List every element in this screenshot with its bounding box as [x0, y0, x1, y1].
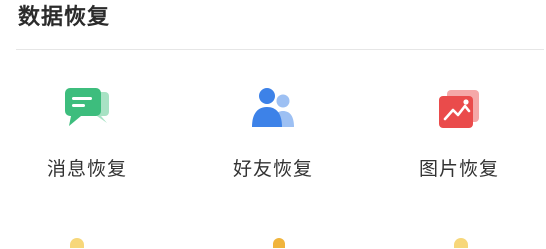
- partial-icon: [273, 238, 285, 248]
- data-recovery-panel: 数据恢复 消息恢复 好友恢复 图片恢复: [0, 0, 546, 249]
- divider: [16, 49, 544, 50]
- partial-icon: [70, 238, 84, 248]
- picture-recovery-label: 图片恢复: [418, 158, 499, 180]
- partial-icon: [454, 238, 468, 248]
- recovery-options-grid: 消息恢复 好友恢复 图片恢复: [0, 80, 546, 182]
- message-recovery-button[interactable]: 消息恢复: [12, 80, 162, 182]
- picture-recovery-button[interactable]: 图片恢复: [384, 80, 534, 182]
- contacts-icon: [243, 80, 303, 140]
- friend-recovery-button[interactable]: 好友恢复: [198, 80, 348, 182]
- message-recovery-label: 消息恢复: [46, 158, 127, 180]
- friend-recovery-label: 好友恢复: [232, 158, 313, 180]
- section-title: 数据恢复: [18, 5, 111, 30]
- message-bubble-icon: [57, 80, 117, 140]
- second-row-partial: [0, 238, 546, 249]
- picture-icon: [429, 80, 489, 140]
